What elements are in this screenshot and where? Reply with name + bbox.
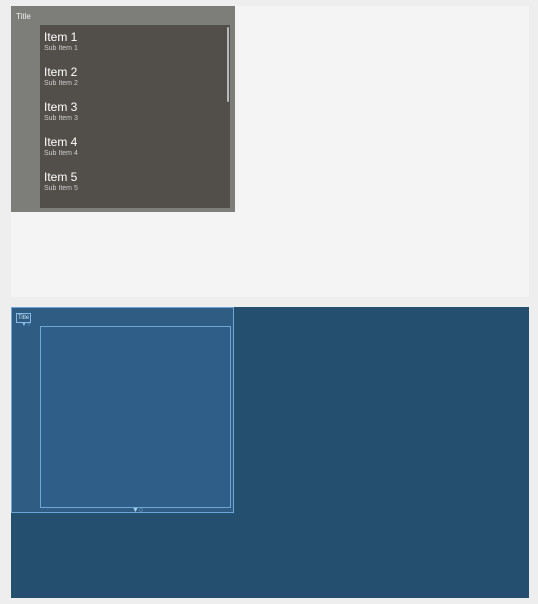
list-item[interactable]: Item 4 Sub Item 4 <box>40 130 230 165</box>
list-item-title: Item 5 <box>44 170 78 184</box>
list-item[interactable]: Item 2 Sub Item 2 <box>40 60 230 95</box>
design-pane: Title Item 1 Sub Item 1 Item 2 Sub Item … <box>11 6 529 297</box>
anchor-handle-icon[interactable]: ▼○ <box>132 507 143 514</box>
list-item[interactable]: Item 5 Sub Item 5 <box>40 165 230 200</box>
list-item-title: Item 3 <box>44 100 78 114</box>
list-item-subtitle: Sub Item 4 <box>44 150 78 157</box>
list-item-subtitle: Sub Item 1 <box>44 45 78 52</box>
list-scrollbar[interactable] <box>227 27 229 102</box>
list-item-subtitle: Sub Item 3 <box>44 115 78 122</box>
list-item-title: Item 4 <box>44 135 78 149</box>
window-title: Title <box>16 12 31 21</box>
list-item-subtitle: Sub Item 2 <box>44 80 78 87</box>
list-item[interactable]: Item 3 Sub Item 3 <box>40 95 230 130</box>
list-item-title: Item 1 <box>44 30 78 44</box>
blueprint-list-outline[interactable] <box>40 326 231 508</box>
list-view[interactable]: Item 1 Sub Item 1 Item 2 Sub Item 2 Item… <box>40 25 230 208</box>
anchor-handle-icon[interactable]: ▼○ <box>21 322 31 328</box>
list-item-title: Item 2 <box>44 65 78 79</box>
blueprint-window-outline[interactable]: Title ▼○ ▼○ <box>11 307 234 514</box>
list-item[interactable]: Item 1 Sub Item 1 <box>40 25 230 60</box>
list-item-subtitle: Sub Item 5 <box>44 185 78 192</box>
window-widget[interactable]: Title Item 1 Sub Item 1 Item 2 Sub Item … <box>11 6 235 212</box>
blueprint-pane: Title ▼○ ▼○ <box>11 307 529 598</box>
